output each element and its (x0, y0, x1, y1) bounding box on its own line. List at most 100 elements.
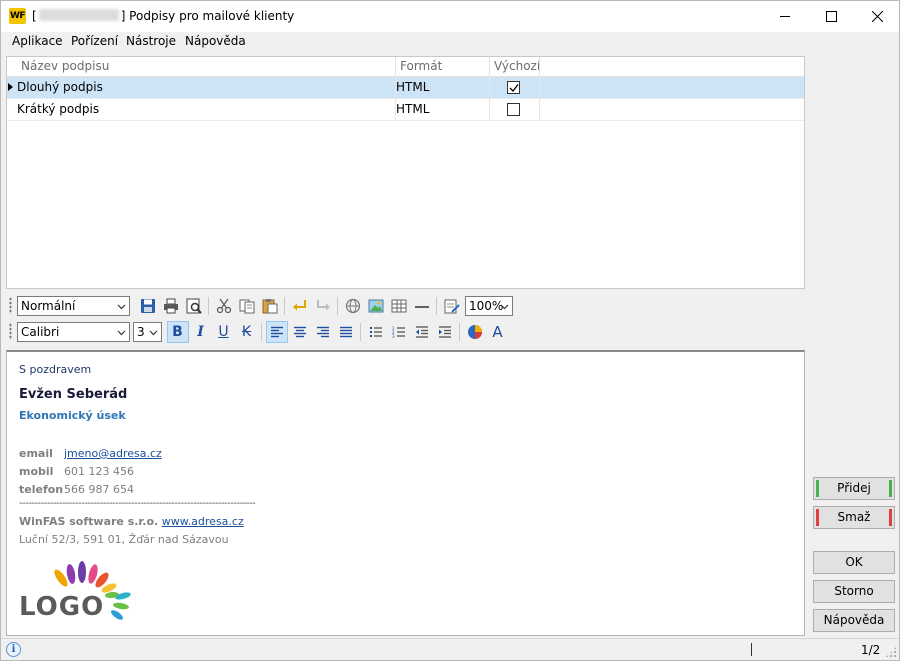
cell-format: HTML (396, 102, 430, 116)
color-palette-icon (467, 324, 482, 339)
table-header: Název podpisu Formát Výchozí (7, 57, 804, 77)
underline-button[interactable]: U (213, 321, 235, 343)
hyperlink-icon (345, 298, 360, 313)
company-address: Luční 52/3, 591 01, Žďár nad Sázavou (19, 533, 229, 546)
cancel-button[interactable]: Storno (813, 580, 895, 603)
edit-html-button[interactable] (441, 295, 463, 317)
bullet-list-button[interactable] (365, 321, 387, 343)
signature-table[interactable]: Název podpisu Formát Výchozí Dlouhý podp… (6, 56, 805, 289)
font-family-select[interactable]: Calibri (17, 321, 130, 342)
insert-table-button[interactable] (388, 295, 410, 317)
zoom-select[interactable]: 100% (465, 295, 513, 316)
close-button[interactable] (854, 1, 900, 32)
redo-button[interactable] (312, 295, 334, 317)
signature-editor[interactable]: S pozdravem Evžen Seberád Ekonomický úse… (6, 350, 805, 636)
toolbar-separator (360, 322, 361, 341)
column-divider (395, 57, 396, 77)
column-divider (539, 57, 540, 77)
indent-button[interactable] (434, 321, 456, 343)
menu-porizeni[interactable]: Pořízení (67, 34, 122, 48)
table-row[interactable]: Dlouhý podpis HTML (7, 77, 804, 99)
title-bar[interactable]: WF [] Podpisy pro mailové klienty (1, 1, 899, 32)
menu-napoveda[interactable]: Nápověda (181, 34, 250, 48)
cell-divider (539, 99, 540, 121)
signature-greeting: S pozdravem (19, 363, 92, 376)
bold-icon: B (172, 323, 183, 340)
horizontal-line-button[interactable] (411, 295, 433, 317)
status-separator (751, 643, 752, 656)
bullet-list-icon (369, 326, 382, 337)
editor-toolbar-format: Calibri 3 B I U K 1 2 3 A (6, 319, 509, 344)
minimize-button[interactable] (762, 1, 808, 32)
add-button[interactable]: Přidej (813, 477, 895, 500)
italic-icon: I (197, 323, 204, 340)
table-row[interactable]: Krátký podpis HTML (7, 99, 804, 121)
justify-icon (339, 326, 352, 337)
horizontal-line-icon (414, 305, 429, 308)
bold-button[interactable]: B (166, 320, 189, 343)
italic-button[interactable]: I (190, 321, 212, 343)
button-accent (889, 480, 892, 497)
row-indicator-icon (8, 83, 13, 91)
maximize-button[interactable] (808, 1, 854, 32)
svg-text:3: 3 (392, 334, 395, 338)
numbered-list-icon: 123 (392, 326, 405, 338)
company-website-link[interactable]: www.adresa.cz (162, 515, 244, 528)
toolbar-separator (284, 296, 285, 315)
paste-icon (262, 298, 277, 313)
numbered-list-button[interactable]: 123 (388, 321, 410, 343)
strikethrough-icon: K (241, 323, 252, 340)
menu-nastroje[interactable]: Nástroje (122, 34, 180, 48)
font-size-select[interactable]: 3 (133, 321, 162, 342)
phone-value: 566 987 654 (64, 483, 134, 496)
cell-format: HTML (396, 80, 430, 94)
save-icon (140, 298, 155, 313)
align-left-icon (270, 326, 283, 337)
outdent-button[interactable] (411, 321, 433, 343)
column-header-default[interactable]: Výchozí (494, 59, 540, 73)
column-header-name[interactable]: Název podpisu (21, 59, 109, 73)
toolbar-grip[interactable] (9, 297, 12, 314)
align-center-button[interactable] (289, 321, 311, 343)
signature-separator: ----------------------------------------… (19, 498, 256, 509)
redo-icon (316, 299, 330, 310)
align-right-icon (316, 326, 329, 337)
toolbar-grip[interactable] (9, 323, 12, 340)
delete-button[interactable]: Smaž (813, 506, 895, 529)
default-checkbox[interactable] (507, 103, 520, 116)
resize-grip-icon[interactable] (885, 646, 897, 658)
column-header-format[interactable]: Formát (400, 59, 442, 73)
copy-button[interactable] (236, 295, 258, 317)
justify-button[interactable] (335, 321, 357, 343)
paragraph-style-select[interactable]: Normální (17, 295, 130, 316)
email-link[interactable]: jmeno@adresa.cz (64, 447, 162, 460)
company-logo: LOGO (17, 558, 137, 630)
print-button[interactable] (160, 295, 182, 317)
mobile-line: mobil (19, 464, 53, 478)
strikethrough-button[interactable]: K (236, 321, 258, 343)
menu-bar: Aplikace Pořízení Nástroje Nápověda (1, 32, 899, 52)
print-preview-button[interactable] (183, 295, 205, 317)
align-right-button[interactable] (312, 321, 334, 343)
hyperlink-button[interactable] (342, 295, 364, 317)
insert-image-button[interactable] (365, 295, 387, 317)
menu-aplikace[interactable]: Aplikace (8, 34, 67, 48)
cut-button[interactable] (213, 295, 235, 317)
save-button[interactable] (137, 295, 159, 317)
indent-icon (438, 325, 451, 338)
background-color-button[interactable] (464, 321, 486, 343)
font-color-button[interactable]: A (487, 321, 509, 343)
align-left-button[interactable] (265, 320, 288, 343)
print-icon (163, 298, 178, 313)
checkmark-icon (509, 84, 519, 92)
font-color-icon: A (492, 322, 503, 341)
ok-button[interactable]: OK (813, 551, 895, 574)
mobile-label: mobil (19, 465, 54, 478)
undo-button[interactable] (289, 295, 311, 317)
close-icon (871, 11, 883, 22)
paste-button[interactable] (259, 295, 281, 317)
button-accent (889, 509, 892, 526)
info-icon[interactable]: i (6, 642, 21, 657)
help-button[interactable]: Nápověda (813, 609, 895, 632)
default-checkbox[interactable] (507, 81, 520, 94)
